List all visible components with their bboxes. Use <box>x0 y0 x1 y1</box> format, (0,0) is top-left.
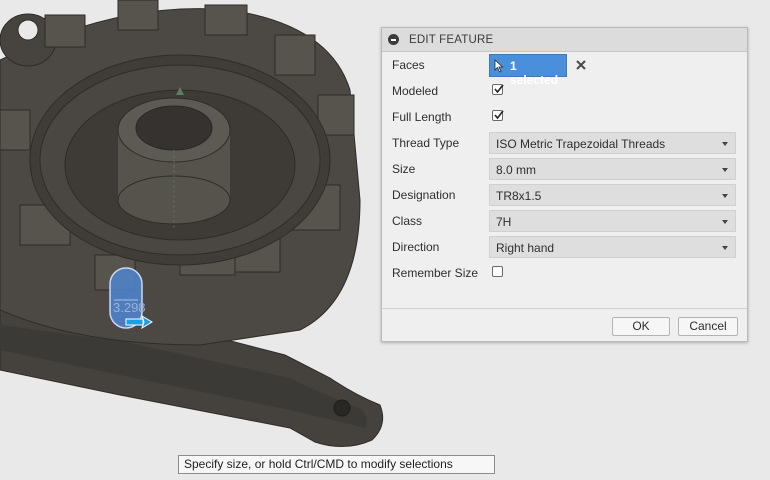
modeled-checkbox[interactable] <box>492 84 504 95</box>
checkmark-icon <box>494 84 504 94</box>
full-length-checkbox[interactable] <box>492 110 504 121</box>
size-value: 8.0 mm <box>496 163 537 177</box>
dropdown-caret-icon <box>722 142 728 146</box>
size-row: Size 8.0 mm <box>382 158 747 180</box>
dialog-title: EDIT FEATURE <box>409 33 494 46</box>
thread-type-row: Thread Type ISO Metric Trapezoidal Threa… <box>382 132 747 154</box>
modeled-row: Modeled <box>382 80 747 102</box>
select-cursor-icon <box>494 59 504 73</box>
size-dropdown[interactable]: 8.0 mm <box>489 158 736 180</box>
clear-selection-icon[interactable] <box>575 59 587 71</box>
dialog-footer: OK Cancel <box>382 308 747 342</box>
designation-row: Designation TR8x1.5 <box>382 184 747 206</box>
faces-selection-button[interactable]: 1 selected <box>489 54 567 87</box>
direction-value: Right hand <box>496 241 555 255</box>
modeled-label: Modeled <box>392 84 439 98</box>
remember-size-row: Remember Size <box>382 262 747 284</box>
size-label: Size <box>392 162 416 176</box>
designation-label: Designation <box>392 188 456 202</box>
dropdown-caret-icon <box>722 246 728 250</box>
class-dropdown[interactable]: 7H <box>489 210 736 232</box>
collapse-icon[interactable] <box>388 34 399 45</box>
dimension-value[interactable]: 3.298 <box>113 300 146 315</box>
remember-size-label: Remember Size <box>392 266 479 280</box>
remember-size-checkbox[interactable] <box>492 266 503 277</box>
cancel-button[interactable]: Cancel <box>678 317 738 336</box>
class-row: Class 7H <box>382 210 747 232</box>
checkmark-icon <box>494 110 504 120</box>
class-value: 7H <box>496 215 512 229</box>
thread-type-value: ISO Metric Trapezoidal Threads <box>496 137 666 151</box>
direction-label: Direction <box>392 240 440 254</box>
full-length-label: Full Length <box>392 110 452 124</box>
direction-dropdown[interactable]: Right hand <box>489 236 736 258</box>
dropdown-caret-icon <box>722 220 728 224</box>
status-tooltip: Specify size, or hold Ctrl/CMD to modify… <box>178 455 495 474</box>
edit-feature-dialog: EDIT FEATURE Faces 1 selected Modeled Fu… <box>381 27 748 342</box>
full-length-row: Full Length <box>382 106 747 128</box>
thread-type-label: Thread Type <box>392 136 460 150</box>
ok-button[interactable]: OK <box>612 317 670 336</box>
class-label: Class <box>392 214 423 228</box>
designation-dropdown[interactable]: TR8x1.5 <box>489 184 736 206</box>
faces-row: Faces 1 selected <box>382 54 747 87</box>
thread-type-dropdown[interactable]: ISO Metric Trapezoidal Threads <box>489 132 736 154</box>
designation-value: TR8x1.5 <box>496 189 542 203</box>
dropdown-caret-icon <box>722 168 728 172</box>
faces-label: Faces <box>392 58 425 72</box>
direction-row: Direction Right hand <box>382 236 747 258</box>
dialog-header[interactable]: EDIT FEATURE <box>382 28 747 52</box>
dropdown-caret-icon <box>722 194 728 198</box>
